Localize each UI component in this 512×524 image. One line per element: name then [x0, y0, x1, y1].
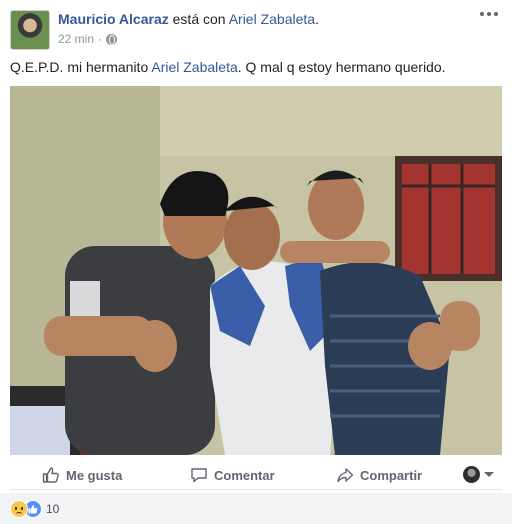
thumbs-up-icon	[42, 467, 59, 483]
post-actions: Me gusta Comentar Compartir	[10, 458, 502, 490]
post-photo[interactable]	[10, 86, 502, 455]
share-button[interactable]: Compartir	[336, 464, 422, 486]
post-meta: 22 min ·	[58, 31, 118, 47]
share-label: Compartir	[360, 467, 423, 483]
reactions-bar: 10	[0, 493, 512, 524]
globe-icon[interactable]	[106, 33, 118, 45]
author-avatar[interactable]	[10, 10, 50, 50]
thumbs-up-icon	[28, 505, 38, 514]
viewer-avatar	[463, 466, 480, 483]
reaction-count: 10	[46, 502, 60, 516]
post-mention-link[interactable]: Ariel Zabaleta	[151, 59, 237, 75]
sad-icon	[10, 500, 28, 518]
comment-icon	[191, 468, 207, 483]
post-headline: Mauricio Alcaraz está con Ariel Zabaleta…	[58, 10, 319, 28]
chevron-down-icon	[484, 472, 494, 477]
comment-button[interactable]: Comentar	[190, 464, 275, 486]
comment-label: Comentar	[214, 467, 275, 483]
meta-separator: ·	[98, 32, 103, 46]
post-timestamp[interactable]: 22 min	[58, 31, 94, 47]
post-header: Mauricio Alcaraz está con Ariel Zabaleta…	[10, 8, 502, 52]
like-label: Me gusta	[66, 467, 123, 483]
post-as-selector[interactable]	[463, 466, 494, 483]
share-icon	[337, 468, 354, 483]
with-text: está con	[168, 11, 229, 27]
post-text: Q.E.P.D. mi hermanito Ariel Zabaleta. Q …	[10, 58, 502, 77]
author-name-link[interactable]: Mauricio Alcaraz	[58, 11, 169, 27]
reactions-summary[interactable]: 10	[10, 500, 59, 518]
tagged-suffix: .	[315, 11, 319, 27]
like-button[interactable]: Me gusta	[42, 464, 122, 486]
post-text-end: . Q mal q estoy hermano querido.	[237, 59, 446, 75]
photo-illustration	[10, 86, 502, 455]
facebook-post: Mauricio Alcaraz está con Ariel Zabaleta…	[0, 0, 512, 524]
tagged-person-link[interactable]: Ariel Zabaleta	[229, 11, 315, 27]
more-options-icon[interactable]	[480, 12, 498, 20]
post-text-start: Q.E.P.D. mi hermanito	[10, 59, 152, 75]
